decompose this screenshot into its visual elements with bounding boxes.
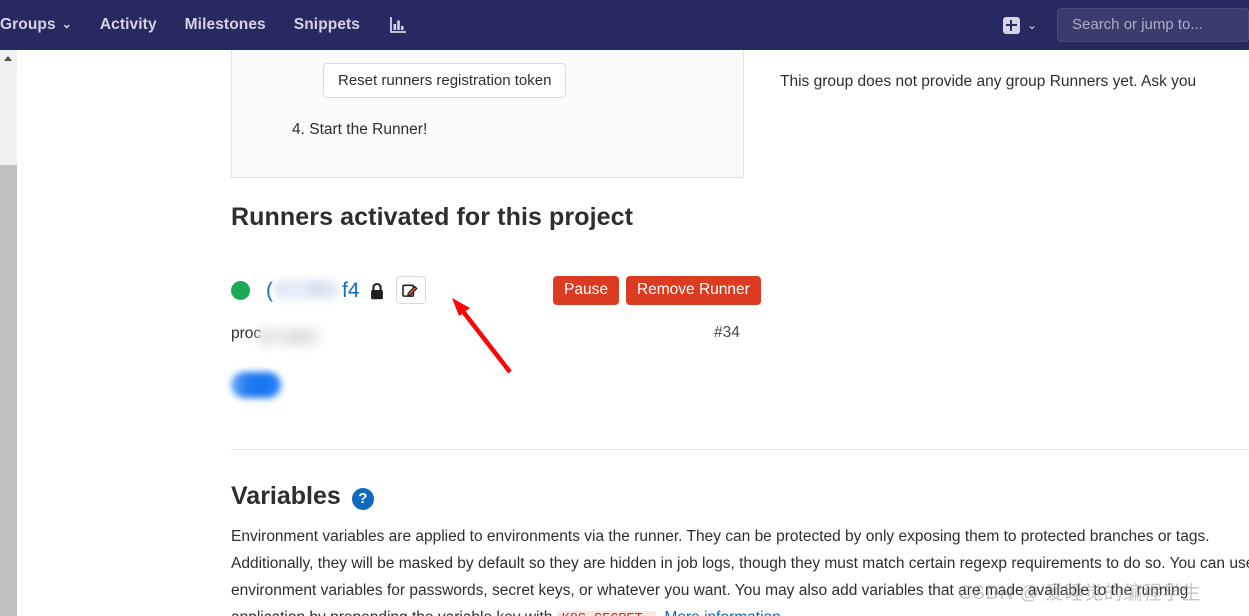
vertical-scrollbar[interactable] [0, 50, 17, 616]
help-question-icon[interactable]: ? [351, 487, 374, 510]
green-status-dot-icon [231, 280, 250, 300]
edit-runner-button[interactable] [395, 276, 426, 304]
nav-item-groups[interactable]: Groups ⌄ [0, 0, 86, 50]
navbar-links: Groups ⌄ Activity Milestones Snippets [0, 0, 422, 50]
chevron-down-icon: ⌄ [1026, 18, 1037, 32]
runner-list: (f4 Pause Remove Runner proc #34 [231, 272, 1241, 398]
runner-id-prefix: ( [266, 278, 273, 302]
nav-item-groups-label: Groups [0, 16, 56, 33]
more-information-link[interactable]: More information [664, 609, 780, 616]
runner-row-primary: ( f4 Pause Remove Runner [231, 272, 1241, 308]
search-input[interactable]: Search or jump to... [1057, 8, 1249, 42]
reset-runners-token-button[interactable]: Reset runners registration token [323, 63, 567, 98]
k8s-secret-code-chip: K8S_SECRET_ [556, 611, 656, 616]
plus-square-icon [1002, 16, 1020, 34]
variables-heading-label: Variables [231, 482, 341, 510]
edit-pencil-icon [402, 284, 418, 297]
runner-id-suffix: f4 [342, 278, 360, 302]
runner-install-panel: Reset runners registration token 4. Star… [231, 50, 744, 178]
analytics-chart-icon[interactable] [374, 0, 422, 50]
install-step-4: 4. Start the Runner! [292, 121, 428, 138]
page-content: Reset runners registration token 4. Star… [17, 50, 1249, 616]
navbar-right: ⌄ Search or jump to... [999, 0, 1249, 50]
runner-project-blurred [257, 328, 322, 346]
scroll-up-arrow-icon[interactable] [0, 50, 17, 67]
runner-tag-badge[interactable] [231, 372, 281, 398]
variables-heading: Variables ? [231, 482, 374, 511]
runner-id-link[interactable]: ( f4 [266, 278, 360, 303]
runner-id-blurred [274, 279, 340, 299]
nav-item-activity[interactable]: Activity [86, 0, 171, 50]
section-divider [231, 449, 1249, 450]
runner-row-secondary: proc #34 [231, 322, 1241, 346]
chevron-down-icon: ⌄ [61, 17, 72, 31]
runners-activated-heading: Runners activated for this project [231, 203, 634, 231]
analytics-chart-icon-svg [390, 17, 407, 33]
group-runners-note: This group does not provide any group Ru… [780, 73, 1197, 90]
vertical-scroll-thumb[interactable] [0, 165, 17, 616]
runner-number: #34 [714, 324, 740, 341]
lock-icon [369, 282, 385, 301]
nav-item-milestones[interactable]: Milestones [171, 0, 280, 50]
pause-runner-button[interactable]: Pause [553, 276, 619, 305]
remove-runner-button[interactable]: Remove Runner [625, 276, 761, 305]
new-item-button[interactable]: ⌄ [999, 16, 1041, 34]
lock-icon-svg [370, 282, 383, 299]
variables-description-part1: Environment variables are applied to env… [231, 528, 1249, 616]
variables-description: Environment variables are applied to env… [231, 523, 1249, 616]
top-navbar: Groups ⌄ Activity Milestones Snippets ⌄ S… [0, 0, 1249, 50]
runner-actions: Pause Remove Runner [553, 276, 761, 305]
nav-item-snippets[interactable]: Snippets [280, 0, 374, 50]
